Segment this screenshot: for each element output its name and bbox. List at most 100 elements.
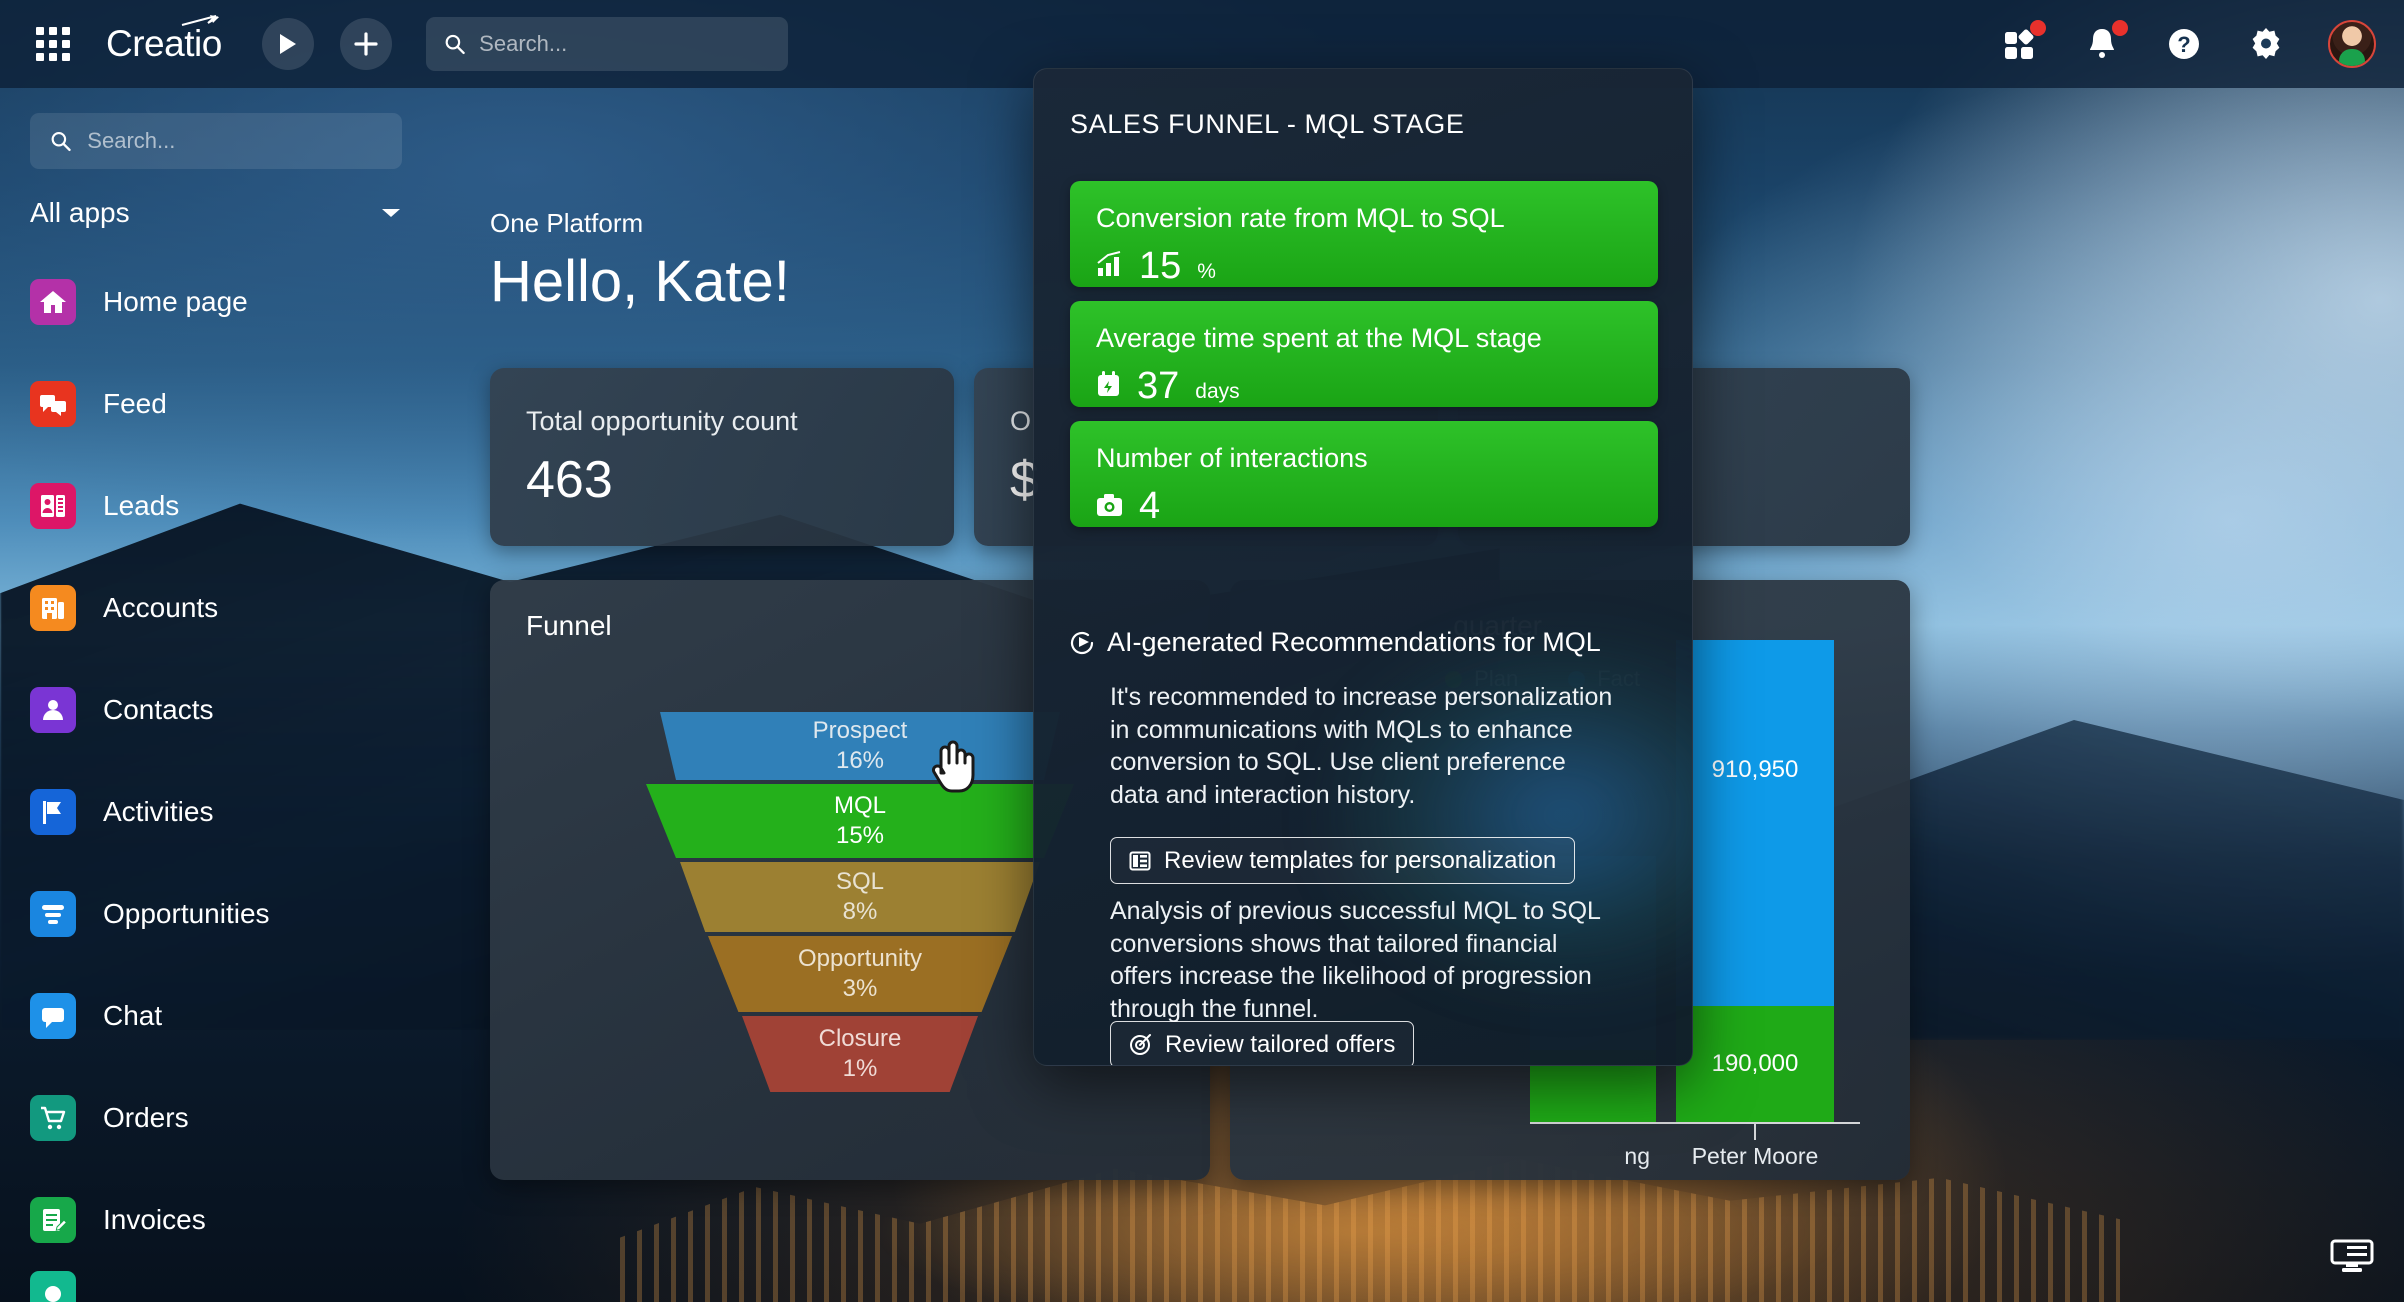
chart-x-axis [1530, 1122, 1860, 1124]
sidebar-item-accounts[interactable]: Accounts [0, 557, 490, 659]
display-monitor-button[interactable] [2330, 1237, 2374, 1280]
ai-recommendations-header: AI-generated Recommendations for MQL [1068, 627, 1601, 658]
sidebar-item-label: Invoices [103, 1204, 206, 1235]
axis-label-partial: ng [1624, 1143, 1650, 1169]
funnel-stage-sql[interactable]: SQL 8% [680, 862, 1040, 932]
sidebar-item-invoices[interactable]: Invoices [0, 1169, 490, 1271]
metric-card-title: Conversion rate from MQL to SQL [1096, 203, 1505, 233]
sidebar-item-contacts[interactable]: Contacts [0, 659, 490, 761]
metric-card-title: Average time spent at the MQL stage [1096, 323, 1542, 353]
kpi-card-total-opportunity-count[interactable]: Total opportunity count 463 [490, 368, 954, 546]
sidebar-item-label: Feed [103, 388, 167, 419]
bar-chart-up-icon [1097, 251, 1121, 276]
metric-card-value: 37 [1137, 365, 1180, 407]
sidebar-item-activities[interactable]: Activities [0, 761, 490, 863]
funnel-stage-label: Prospect [812, 717, 908, 744]
sidebar-item-home-page[interactable]: Home page [0, 251, 490, 353]
funnel-stage-prospect[interactable]: Prospect 16% [660, 712, 1060, 780]
sidebar-item-label: Contacts [103, 694, 214, 725]
sidebar: All apps Home page Feed [0, 88, 490, 1302]
home-icon [30, 279, 76, 325]
search-input[interactable] [479, 31, 770, 57]
mql-stage-popup[interactable]: SALES FUNNEL - MQL STAGE Conversion rate… [1033, 68, 1693, 1066]
bar-value-label: 910,950 [1711, 756, 1799, 783]
metric-card-title: Number of interactions [1096, 443, 1368, 473]
metric-card-interactions[interactable]: Number of interactions 4 [1070, 421, 1658, 527]
funnel-stage-percent: 1% [842, 1055, 878, 1082]
metric-card-value: 4 [1139, 485, 1161, 527]
funnel-stage-label: Closure [818, 1025, 902, 1052]
sidebar-item-label: Orders [103, 1102, 189, 1133]
question-mark-icon: ? [2169, 29, 2199, 59]
sidebar-item-label: Chat [103, 1000, 163, 1031]
page-title: Hello, Kate! [490, 249, 790, 314]
settings-button[interactable] [2246, 24, 2286, 64]
widget-title: Funnel [526, 610, 612, 641]
button-label: Review templates for personalization [1164, 846, 1557, 874]
avatar[interactable] [2328, 20, 2376, 68]
global-search[interactable] [425, 17, 788, 71]
sidebar-search[interactable] [30, 113, 402, 169]
plus-icon [354, 32, 378, 56]
metric-card-conversion-rate[interactable]: Conversion rate from MQL to SQL 15 % [1070, 181, 1658, 287]
contacts-icon [30, 687, 76, 733]
play-icon [279, 34, 296, 54]
chevron-down-icon [382, 209, 400, 217]
opportunities-icon [30, 891, 76, 937]
notifications-badge [2112, 20, 2128, 36]
axis-label-peter-moore: Peter Moore [1691, 1143, 1819, 1169]
sidebar-item-orders[interactable]: Orders [0, 1067, 490, 1169]
funnel-stage-label: MQL [833, 792, 886, 819]
brand-logo[interactable]: Creatio [106, 15, 222, 65]
review-templates-button[interactable]: Review templates for personalization [1110, 837, 1576, 884]
sidebar-item-label: Accounts [103, 592, 219, 623]
metric-card-unit: % [1197, 260, 1216, 283]
recommendation-text-2: Analysis of previous successful MQL to S… [1110, 897, 1601, 1023]
sidebar-nav-list: Home page Feed Leads Accounts Contacts A… [0, 251, 490, 1302]
funnel-stage-closure[interactable]: Closure 1% [742, 1016, 978, 1092]
greeting-subtitle: One Platform [490, 208, 644, 238]
bar-value-label: 190,000 [1711, 1050, 1799, 1077]
recommendation-text-1: It's recommended to increase personaliza… [1110, 683, 1613, 809]
brand-label: Creatio [106, 23, 222, 64]
funnel-stage-percent: 15% [835, 822, 885, 849]
apps-filter-dropdown[interactable]: All apps [30, 197, 402, 229]
gear-icon [2252, 28, 2280, 59]
bar-column-peter-moore[interactable]: 910,950 190,000 [1676, 640, 1834, 1122]
leads-icon [30, 483, 76, 529]
sidebar-item-leads[interactable]: Leads [0, 455, 490, 557]
display-monitor-icon [2330, 1239, 2374, 1272]
marketplace-button[interactable] [2000, 20, 2046, 64]
templates-icon [1129, 851, 1151, 870]
feed-icon [30, 381, 76, 427]
sidebar-item-opportunities[interactable]: Opportunities [0, 863, 490, 965]
review-tailored-offers-button[interactable]: Review tailored offers [1110, 1021, 1415, 1065]
metric-card-average-time[interactable]: Average time spent at the MQL stage 37 d… [1070, 301, 1658, 407]
sidebar-item-partial[interactable] [0, 1271, 490, 1302]
apps-filter-label: All apps [30, 197, 130, 228]
popup-header: SALES FUNNEL - MQL STAGE [1070, 109, 1465, 139]
notifications-button[interactable] [2082, 20, 2128, 64]
play-button[interactable] [261, 18, 314, 70]
bar-segment-fact: 910,950 [1676, 640, 1834, 1006]
camera-icon [1097, 494, 1122, 516]
help-button[interactable]: ? [2164, 24, 2204, 64]
ai-recommendations-title: AI-generated Recommendations for MQL [1107, 627, 1601, 657]
svg-text:?: ? [2177, 32, 2190, 57]
search-icon [51, 131, 71, 152]
partial-icon [30, 1271, 76, 1302]
funnel-stage-label: SQL [835, 868, 885, 895]
sidebar-item-chat[interactable]: Chat [0, 965, 490, 1067]
button-label: Review tailored offers [1165, 1030, 1396, 1058]
sidebar-item-label: Home page [103, 286, 248, 317]
sidebar-item-label: Activities [103, 796, 214, 827]
apps-grid-icon[interactable] [36, 27, 70, 61]
search-icon [445, 34, 465, 55]
add-button[interactable] [339, 18, 392, 70]
funnel-stage-opportunity[interactable]: Opportunity 3% [708, 936, 1012, 1012]
funnel-stage-label: Opportunity [797, 945, 923, 972]
kpi-value: 463 [526, 451, 613, 509]
sidebar-search-input[interactable] [87, 128, 382, 154]
sidebar-item-feed[interactable]: Feed [0, 353, 490, 455]
funnel-stage-mql[interactable]: MQL 15% [646, 784, 1074, 858]
